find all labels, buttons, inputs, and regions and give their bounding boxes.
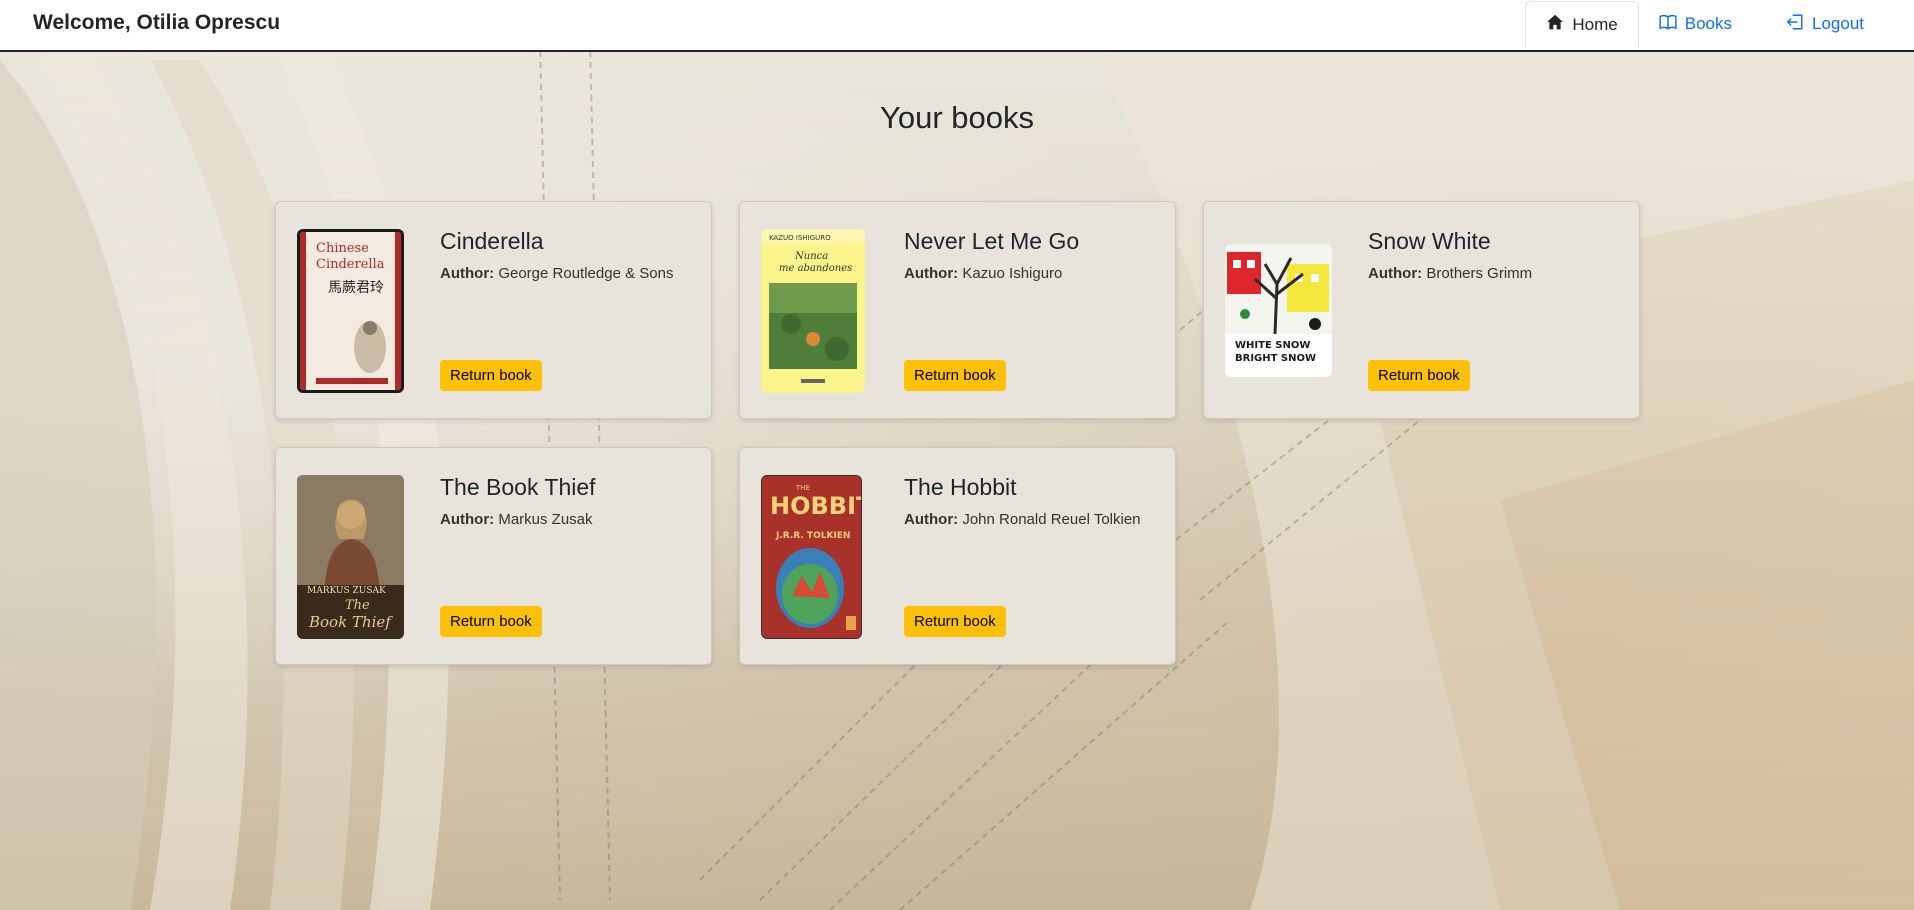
author-label: Author: (904, 511, 959, 528)
cover-text: Chinese (316, 241, 369, 256)
return-book-button[interactable]: Return book (904, 606, 1006, 637)
author-label: Author: (1368, 265, 1423, 282)
book-icon (1659, 13, 1677, 36)
cover-text: KAZUO ISHIGURO (769, 234, 831, 242)
book-author: Author: Markus Zusak (440, 511, 593, 528)
book-title: The Hobbit (904, 474, 1017, 500)
author-label: Author: (440, 265, 495, 282)
book-author: Author: John Ronald Reuel Tolkien (904, 511, 1141, 528)
author-name: Kazuo Ishiguro (962, 265, 1063, 282)
page-title: Your books (880, 100, 1034, 135)
nav-logout-label: Logout (1812, 14, 1864, 33)
book-author: Author: Kazuo Ishiguro (904, 265, 1062, 282)
cover-text: Book Thief (308, 613, 393, 631)
cover-text: The (345, 598, 370, 613)
book-cover-cinderella: Chinese Cinderella 馬蕨君玲 (297, 229, 404, 393)
author-name: John Ronald Reuel Tolkien (962, 511, 1141, 528)
book-author: Author: Brothers Grimm (1368, 265, 1532, 282)
book-author: Author: George Routledge & Sons (440, 265, 673, 282)
cover-text: Nunca (794, 251, 828, 262)
book-card: WHITE SNOW BRIGHT SNOW Snow White Author… (1203, 201, 1640, 419)
home-icon (1546, 13, 1564, 36)
cover-text: WHITE SNOW (1235, 340, 1310, 351)
book-cover-never-let-me-go: KAZUO ISHIGURO Nunca me abandones (761, 229, 865, 393)
book-card: MARKUS ZUSAK The Book Thief The Book Thi… (275, 447, 712, 665)
cover-text: Cinderella (316, 257, 385, 272)
welcome-message: Welcome, Otilia Oprescu (33, 11, 281, 34)
nav-home-label: Home (1572, 14, 1618, 34)
cover-text: MARKUS ZUSAK (307, 586, 386, 596)
nav-home-link[interactable]: Home (1525, 1, 1639, 47)
cover-text: me abandones (779, 263, 852, 274)
author-name: George Routledge & Sons (498, 265, 674, 282)
return-book-button[interactable]: Return book (904, 360, 1006, 391)
nav-logout-link[interactable]: Logout (1758, 0, 1914, 48)
book-card: THE HOBBIT J.R.R. TOLKIEN The Hobbit Aut… (739, 447, 1176, 665)
return-book-button[interactable]: Return book (1368, 360, 1470, 391)
cover-text: HOBBIT (770, 492, 862, 520)
book-title: The Book Thief (440, 474, 596, 500)
book-cover-the-book-thief: MARKUS ZUSAK The Book Thief (297, 475, 404, 639)
nav-menu: Home Books Logout (1525, 0, 1914, 50)
return-book-button[interactable]: Return book (440, 606, 542, 637)
cover-text: BRIGHT SNOW (1235, 353, 1316, 364)
cover-text: THE (795, 484, 810, 492)
return-book-button[interactable]: Return book (440, 360, 542, 391)
author-label: Author: (440, 511, 495, 528)
logout-icon (1786, 13, 1804, 36)
book-title: Never Let Me Go (904, 228, 1080, 254)
nav-books-label: Books (1684, 14, 1732, 33)
book-cover-snow-white: WHITE SNOW BRIGHT SNOW (1225, 244, 1332, 377)
nav-books-link[interactable]: Books (1639, 0, 1758, 48)
author-label: Author: (904, 265, 959, 282)
book-card: KAZUO ISHIGURO Nunca me abandones Never … (739, 201, 1176, 419)
top-navbar: Welcome, Otilia Oprescu Home Books Logou… (0, 0, 1914, 52)
book-cover-the-hobbit: THE HOBBIT J.R.R. TOLKIEN (761, 475, 862, 639)
book-title: Cinderella (440, 228, 544, 254)
book-card: Chinese Cinderella 馬蕨君玲 Cinderella Autho… (275, 201, 712, 419)
author-name: Markus Zusak (498, 511, 593, 528)
cover-text: 馬蕨君玲 (328, 280, 384, 296)
cover-text: J.R.R. TOLKIEN (775, 531, 850, 541)
author-name: Brothers Grimm (1426, 265, 1533, 282)
book-title: Snow White (1368, 228, 1491, 254)
